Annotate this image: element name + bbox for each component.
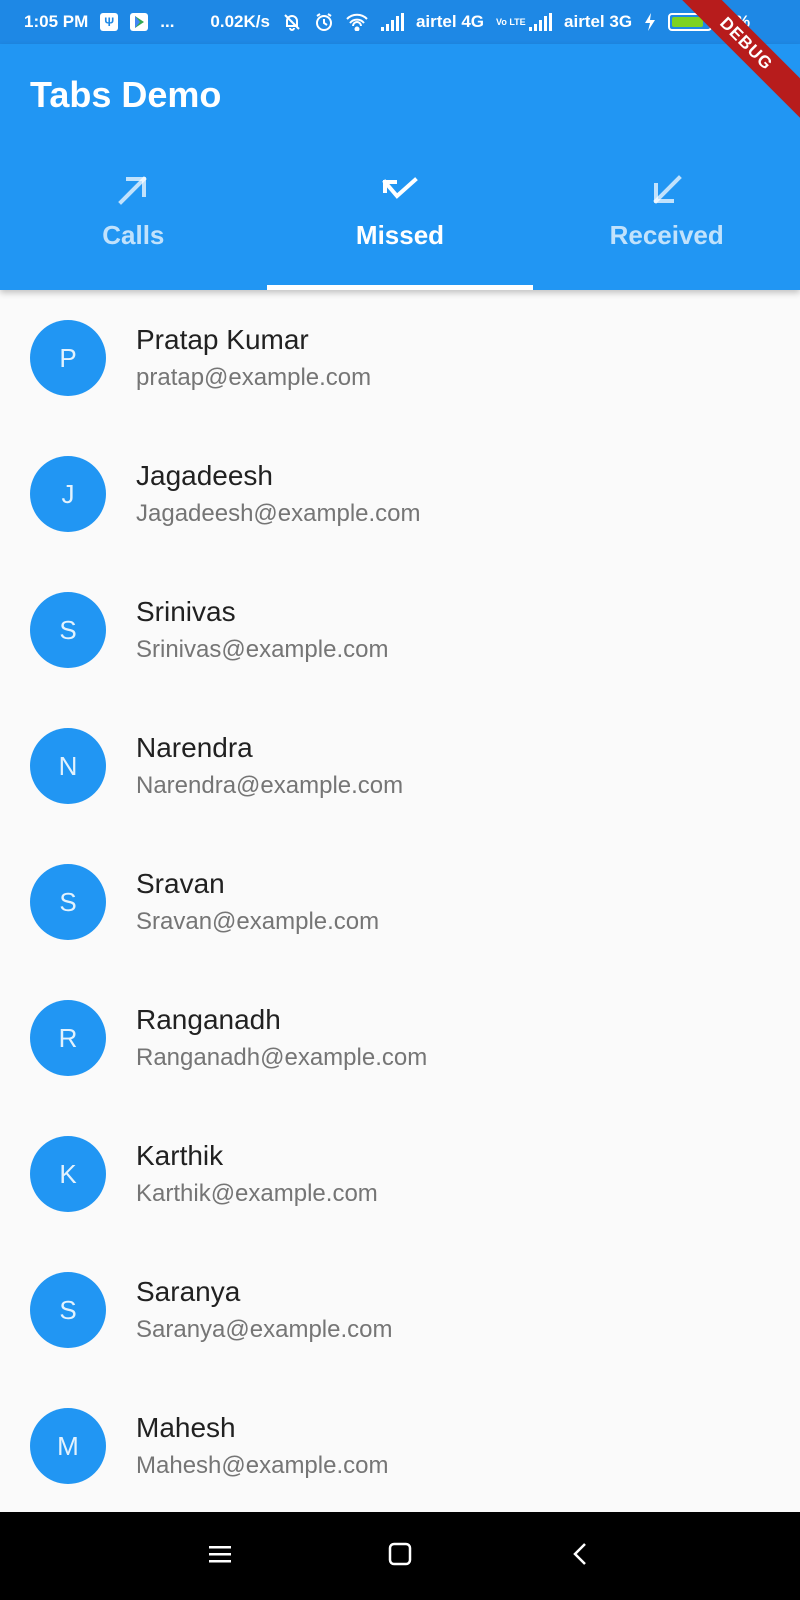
contact-email: Sravan@example.com [136, 908, 380, 935]
call-missed-icon [380, 170, 420, 210]
status-more: ... [160, 12, 175, 31]
status-time: 1:05 PM [24, 12, 89, 31]
alarm-icon [314, 12, 334, 32]
avatar: R [30, 1000, 106, 1076]
contact-name: Saranya [136, 1276, 241, 1307]
back-button[interactable] [490, 1512, 670, 1600]
tab-missed[interactable]: Missed [266, 152, 534, 290]
contact-email: Ranganadh@example.com [136, 1044, 428, 1071]
home-button[interactable] [310, 1512, 490, 1600]
arrow-down-left-icon [647, 170, 687, 210]
app-bar: Tabs Demo Calls Missed Received [0, 44, 800, 290]
tab-label: Received [609, 220, 724, 250]
home-icon [388, 1542, 412, 1571]
contact-name: Narendra [136, 732, 253, 763]
tab-label: Calls [102, 220, 165, 250]
avatar: J [30, 456, 106, 532]
battery-fill [672, 17, 704, 27]
status-bar: 1:05 PM Ψ ... 0.02K/s airtel 4G Vo LTE a… [0, 0, 800, 44]
contact-name: Karthik [136, 1140, 224, 1171]
carrier-2: airtel 3G [564, 12, 633, 31]
usb-icon: Ψ [100, 13, 119, 31]
network-speed: 0.02K/s [210, 12, 270, 31]
avatar: M [30, 1408, 106, 1484]
contact-name: Srinivas [136, 596, 236, 627]
contact-name: Ranganadh [136, 1004, 281, 1035]
signal-icon [380, 13, 404, 31]
list-item[interactable]: M Mahesh Mahesh@example.com [0, 1378, 800, 1512]
list-item[interactable]: S Sravan Sravan@example.com [0, 834, 800, 970]
avatar: S [30, 864, 106, 940]
contact-list: P Pratap Kumar pratap@example.com J Jaga… [0, 290, 800, 1512]
avatar: S [30, 1272, 106, 1348]
avatar: S [30, 592, 106, 668]
tab-label: Missed [355, 220, 445, 250]
volte-badge: Vo LTE [496, 16, 526, 27]
system-nav-bar [0, 1512, 800, 1600]
menu-icon [208, 1544, 232, 1569]
list-item[interactable]: J Jagadeesh Jagadeesh@example.com [0, 426, 800, 562]
contact-email: Mahesh@example.com [136, 1452, 389, 1479]
contact-name: Mahesh [136, 1412, 236, 1443]
avatar: P [30, 320, 106, 396]
signal-icon [528, 13, 553, 31]
battery-icon [668, 13, 716, 31]
avatar: N [30, 728, 106, 804]
contact-email: Karthik@example.com [136, 1180, 378, 1207]
tab-bar: Calls Missed Received [0, 152, 800, 290]
contact-email: Narendra@example.com [136, 772, 404, 799]
list-item[interactable]: S Saranya Saranya@example.com [0, 1242, 800, 1378]
contact-email: Jagadeesh@example.com [136, 500, 421, 527]
avatar: K [30, 1136, 106, 1212]
tab-calls[interactable]: Calls [0, 152, 267, 290]
carrier-1: airtel 4G [415, 12, 485, 31]
list-item[interactable]: N Narendra Narendra@example.com [0, 698, 800, 834]
contact-name: Pratap Kumar [136, 324, 309, 355]
arrow-up-right-icon [113, 170, 153, 210]
back-icon [572, 1542, 588, 1571]
wifi-icon [346, 13, 368, 31]
contact-name: Jagadeesh [136, 460, 274, 491]
contact-email: Srinivas@example.com [136, 636, 389, 663]
charging-icon [644, 13, 656, 31]
list-item[interactable]: P Pratap Kumar pratap@example.com [0, 290, 800, 426]
notifications-off-icon [282, 12, 302, 32]
play-store-icon [130, 13, 149, 31]
list-item[interactable]: R Ranganadh Ranganadh@example.com [0, 970, 800, 1106]
page-title: Tabs Demo [30, 74, 222, 115]
list-item[interactable]: S Srinivas Srinivas@example.com [0, 562, 800, 698]
tab-received[interactable]: Received [533, 152, 800, 290]
contact-email: Saranya@example.com [136, 1316, 393, 1343]
contact-email: pratap@example.com [136, 364, 372, 391]
contact-name: Sravan [136, 868, 225, 899]
battery-percent: 86% [716, 12, 751, 31]
menu-button[interactable] [130, 1512, 310, 1600]
list-item[interactable]: K Karthik Karthik@example.com [0, 1106, 800, 1242]
